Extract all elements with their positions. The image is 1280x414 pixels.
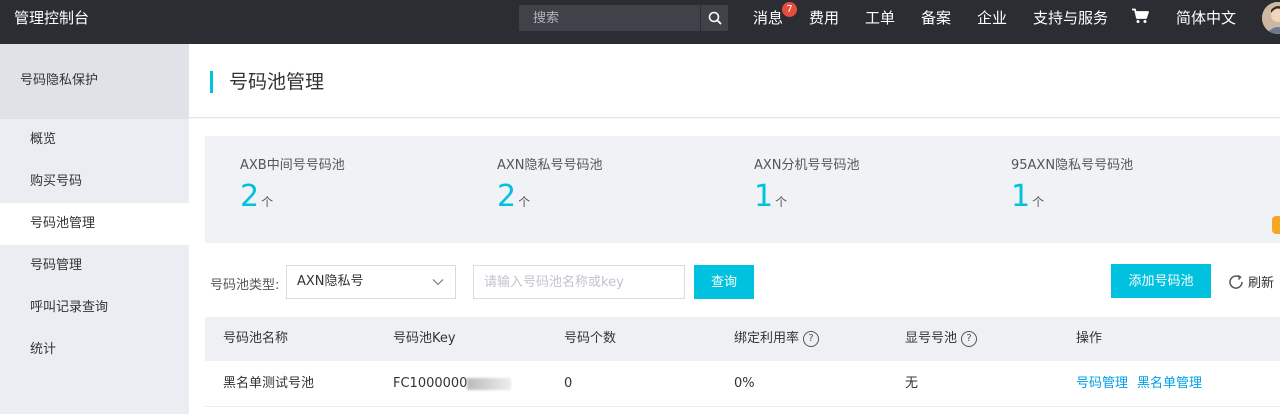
global-search <box>519 5 728 31</box>
sidebar-item-number-management[interactable]: 号码管理 <box>0 245 189 287</box>
nav-icp[interactable]: 备案 <box>921 0 951 36</box>
cart-icon[interactable] <box>1131 8 1149 28</box>
cell-usage-rate: 0% <box>734 376 755 391</box>
search-icon <box>708 11 722 25</box>
stat-label: AXN隐私号号码池 <box>497 158 603 173</box>
main-content: 号码池管理 AXB中间号号码池 2个 AXN隐私号号码池 2个 AXN分机号号码… <box>189 44 1280 414</box>
add-pool-button[interactable]: 添加号码池 <box>1111 264 1211 298</box>
nav-billing[interactable]: 费用 <box>809 0 839 36</box>
pool-key-text: FC1000000 <box>393 376 468 391</box>
blacklist-management-link[interactable]: 黑名单管理 <box>1137 376 1202 391</box>
stat-unit: 个 <box>518 195 531 209</box>
cell-actions: 号码管理 黑名单管理 <box>1076 361 1211 407</box>
table-header: 号码池名称 号码池Key 号码个数 绑定利用率 ? 显号号池 ? 操作 <box>205 317 1280 361</box>
title-accent-bar <box>210 71 213 93</box>
console-brand[interactable]: 管理控制台 <box>14 0 89 36</box>
refresh-label: 刷新 <box>1248 276 1275 291</box>
cell-pool-name: 黑名单测试号池 <box>223 376 315 391</box>
pool-name-key-input[interactable] <box>473 265 685 299</box>
cell-pool-key: FC1000000 <box>393 361 512 407</box>
search-button[interactable] <box>700 5 728 31</box>
stat-value: 1 <box>754 179 774 214</box>
stat-unit: 个 <box>775 195 788 209</box>
column-header-actions: 操作 <box>1076 331 1103 346</box>
refresh-button[interactable]: 刷新 <box>1227 272 1274 291</box>
cell-number-count: 0 <box>564 376 573 391</box>
table-row: 黑名单测试号池 FC1000000 0 0% 无 号码管理 黑名单管理 <box>205 361 1280 407</box>
page-title: 号码池管理 <box>229 71 325 93</box>
column-header-display-pool-label: 显号号池 <box>905 331 958 346</box>
stat-value: 2 <box>497 179 517 214</box>
column-header-usage-label: 绑定利用率 <box>734 331 800 346</box>
sidebar-item-call-records[interactable]: 呼叫记录查询 <box>0 287 189 329</box>
column-header-usage: 绑定利用率 ? <box>734 317 820 361</box>
redacted-mask <box>467 377 512 390</box>
help-icon[interactable]: ? <box>803 331 820 347</box>
messages-count-badge: 7 <box>782 2 797 17</box>
nav-enterprise[interactable]: 企业 <box>977 0 1007 36</box>
user-avatar[interactable] <box>1262 2 1280 34</box>
top-navigation-bar: 管理控制台 消息 7 费用 工单 备案 企业 支持与服务 简体中文 <box>0 0 1280 44</box>
nav-support[interactable]: 支持与服务 <box>1033 0 1108 36</box>
number-management-link[interactable]: 号码管理 <box>1076 376 1128 391</box>
column-header-count: 号码个数 <box>564 331 617 346</box>
stat-label: 95AXN隐私号号码池 <box>1011 158 1134 173</box>
cell-display-pool: 无 <box>905 376 919 391</box>
refresh-icon <box>1229 274 1243 289</box>
stat-value: 2 <box>240 179 260 214</box>
search-input[interactable] <box>519 5 699 31</box>
stat-label: AXN分机号号码池 <box>754 158 860 173</box>
sidebar-item-pool-management[interactable]: 号码池管理 <box>0 203 189 245</box>
nav-messages[interactable]: 消息 <box>753 0 783 36</box>
pool-type-select[interactable]: AXN隐私号 <box>286 265 456 299</box>
pool-type-label: 号码池类型: <box>210 278 280 293</box>
floating-feedback-tab[interactable] <box>1272 216 1280 234</box>
pool-stats-panel: AXB中间号号码池 2个 AXN隐私号号码池 2个 AXN分机号号码池 1个 9… <box>205 136 1280 243</box>
pool-type-selected-value: AXN隐私号 <box>297 274 364 289</box>
query-button[interactable]: 查询 <box>694 265 754 299</box>
sidebar-item-buy-numbers[interactable]: 购买号码 <box>0 161 189 203</box>
column-header-key: 号码池Key <box>393 331 456 346</box>
page-header: 号码池管理 <box>189 44 1280 118</box>
help-icon[interactable]: ? <box>961 331 978 347</box>
sidebar-item-overview[interactable]: 概览 <box>0 119 189 161</box>
column-header-display-pool: 显号号池 ? <box>905 317 978 361</box>
stat-unit: 个 <box>261 195 274 209</box>
chevron-down-icon <box>432 279 444 286</box>
stat-value: 1 <box>1011 179 1031 214</box>
stat-unit: 个 <box>1032 195 1045 209</box>
column-header-name: 号码池名称 <box>223 331 289 346</box>
sidebar-product-title: 号码隐私保护 <box>0 44 189 119</box>
nav-language[interactable]: 简体中文 <box>1176 0 1236 36</box>
sidebar-item-statistics[interactable]: 统计 <box>0 329 189 371</box>
nav-tickets[interactable]: 工单 <box>865 0 895 36</box>
sidebar: 号码隐私保护 概览 购买号码 号码池管理 号码管理 呼叫记录查询 统计 <box>0 44 189 414</box>
stat-label: AXB中间号号码池 <box>240 158 345 173</box>
content-panel: AXB中间号号码池 2个 AXN隐私号号码池 2个 AXN分机号号码池 1个 9… <box>189 119 1280 414</box>
